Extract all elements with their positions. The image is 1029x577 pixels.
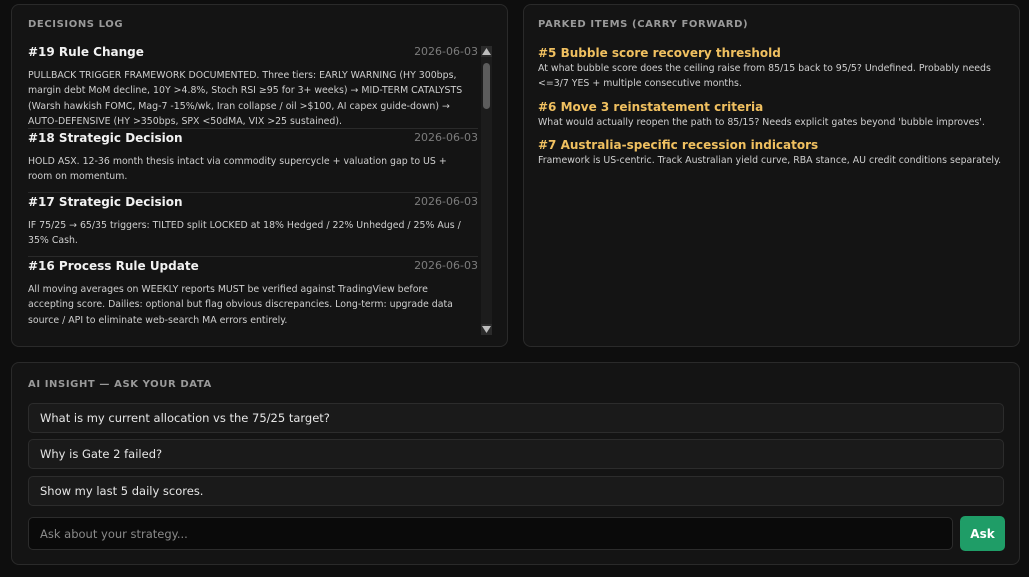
decision-body: HOLD ASX. 12-36 month thesis intact via … <box>28 156 447 183</box>
decision-entry: #17 Strategic Decision 2026-06-03 IF 75/… <box>28 193 478 257</box>
decisions-list[interactable]: #19 Rule Change 2026-06-03 PULLBACK TRIG… <box>28 43 478 335</box>
decision-body: All moving averages on WEEKLY reports MU… <box>28 284 453 326</box>
scroll-thumb[interactable] <box>483 63 490 109</box>
parked-item-title: #6 Move 3 reinstatement criteria <box>538 99 764 114</box>
decision-date: 2026-06-03 <box>414 45 478 58</box>
suggestion-button[interactable]: Show my last 5 daily scores. <box>28 476 1004 506</box>
decisions-log-panel: DECISIONS LOG #19 Rule Change 2026-06-03… <box>11 4 508 347</box>
decision-entry: #19 Rule Change 2026-06-03 PULLBACK TRIG… <box>28 43 478 129</box>
scroll-down-arrow-icon[interactable] <box>481 324 492 335</box>
decision-title: #16 Process Rule Update <box>28 259 199 273</box>
decision-body: IF 75/25 → 65/35 triggers: TILTED split … <box>28 220 461 247</box>
decision-body: PULLBACK TRIGGER FRAMEWORK DOCUMENTED. T… <box>28 70 463 128</box>
parked-item-title: #7 Australia-specific recession indicato… <box>538 138 819 153</box>
parked-list: #5 Bubble score recovery threshold At wh… <box>538 45 1008 176</box>
decision-date: 2026-06-03 <box>414 131 478 144</box>
parked-item: #7 Australia-specific recession indicato… <box>538 137 1008 168</box>
parked-item-desc: At what bubble score does the ceiling ra… <box>538 63 991 90</box>
decision-title: #17 Strategic Decision <box>28 195 183 209</box>
parked-item: #6 Move 3 reinstatement criteria What wo… <box>538 99 1008 130</box>
ask-button[interactable]: Ask <box>960 516 1005 551</box>
ai-insight-panel: AI INSIGHT — ASK YOUR DATA What is my cu… <box>11 362 1020 565</box>
decision-date: 2026-06-03 <box>414 259 478 272</box>
decision-title: #19 Rule Change <box>28 45 144 59</box>
parked-items-panel: PARKED ITEMS (CARRY FORWARD) #5 Bubble s… <box>523 4 1020 347</box>
suggestion-button[interactable]: Why is Gate 2 failed? <box>28 439 1004 469</box>
decisions-scrollbar[interactable] <box>481 46 492 335</box>
parked-item-desc: What would actually reopen the path to 8… <box>538 116 985 128</box>
decision-entry: #16 Process Rule Update 2026-06-03 All m… <box>28 257 478 326</box>
parked-items-title: PARKED ITEMS (CARRY FORWARD) <box>538 19 749 30</box>
decision-entry: #18 Strategic Decision 2026-06-03 HOLD A… <box>28 129 478 193</box>
ask-input[interactable] <box>28 517 953 550</box>
parked-item: #5 Bubble score recovery threshold At wh… <box>538 45 1008 92</box>
decisions-log-title: DECISIONS LOG <box>28 19 124 30</box>
decision-title: #18 Strategic Decision <box>28 131 183 145</box>
ai-insight-title: AI INSIGHT — ASK YOUR DATA <box>28 379 212 390</box>
suggestion-button[interactable]: What is my current allocation vs the 75/… <box>28 403 1004 433</box>
scroll-up-arrow-icon[interactable] <box>481 46 492 57</box>
parked-item-title: #5 Bubble score recovery threshold <box>538 46 781 60</box>
decision-date: 2026-06-03 <box>414 195 478 208</box>
parked-item-desc: Framework is US-centric. Track Australia… <box>538 155 1002 167</box>
